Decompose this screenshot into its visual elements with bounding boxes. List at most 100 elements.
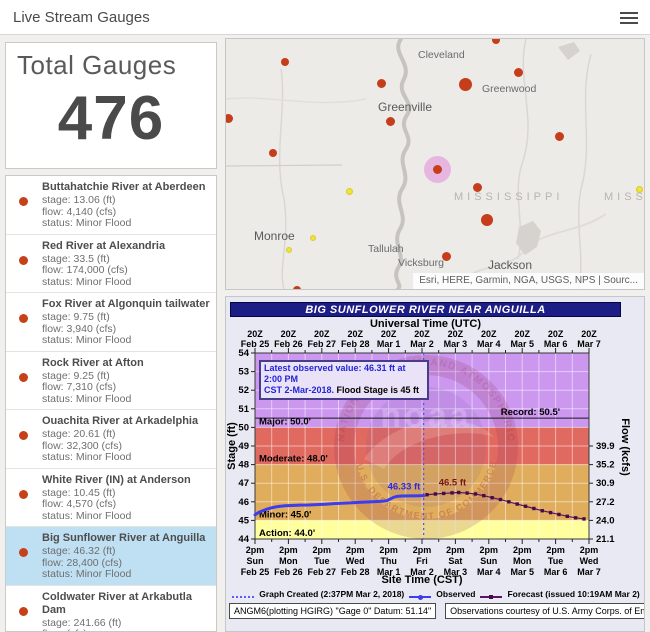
- map-gauge-dot[interactable]: [310, 235, 316, 241]
- svg-text:Mar 2: Mar 2: [410, 339, 434, 349]
- svg-text:27.2: 27.2: [596, 497, 615, 508]
- gauge-list-item[interactable]: Red River at Alexandriastage: 33.5 (ft)f…: [6, 235, 216, 294]
- svg-text:50: 50: [238, 422, 249, 433]
- gauge-status: status: Minor Flood: [42, 277, 212, 289]
- map-gauge-dot[interactable]: [433, 165, 442, 174]
- map-gauge-dot[interactable]: [514, 68, 523, 77]
- svg-text:Feb 27: Feb 27: [308, 339, 337, 349]
- map-gauge-dot[interactable]: [225, 114, 233, 123]
- svg-text:20Z: 20Z: [514, 329, 530, 339]
- map-place-label: Tallulah: [368, 243, 404, 255]
- gauge-flow: flow: 4,570 (cfs): [42, 499, 212, 511]
- gauge-name: White River (IN) at Anderson: [42, 474, 212, 487]
- gage-datum-box: ANGM6(plotting HGIRG) "Gage 0" Datum: 51…: [229, 603, 436, 619]
- annotation-flood-stage: Flood Stage is 45 ft: [334, 385, 419, 395]
- map-gauge-dot[interactable]: [346, 188, 353, 195]
- gauge-list-item[interactable]: Buttahatchie River at Aberdeenstage: 13.…: [6, 176, 216, 235]
- map-place-label: Vicksburg: [398, 257, 444, 269]
- svg-text:20Z: 20Z: [481, 329, 497, 339]
- svg-text:20Z: 20Z: [414, 329, 430, 339]
- svg-text:Thu: Thu: [380, 556, 397, 566]
- gauge-name: Fox River at Algonquin tailwater: [42, 298, 212, 311]
- map-place-label: Jackson: [488, 258, 532, 272]
- svg-text:47: 47: [238, 478, 249, 489]
- legend-observed-label: Observed: [436, 589, 475, 599]
- svg-text:53: 53: [238, 367, 249, 378]
- map-gauge-dot[interactable]: [281, 58, 289, 66]
- chart-footer: ANGM6(plotting HGIRG) "Gage 0" Datum: 51…: [229, 603, 643, 619]
- svg-text:21.1: 21.1: [596, 534, 615, 545]
- map-attribution: Esri, HERE, Garmin, NGA, USGS, NPS | Sou…: [413, 273, 644, 289]
- record-label: Record: 50.5': [501, 407, 560, 418]
- svg-text:51: 51: [238, 404, 249, 415]
- svg-text:Feb 26: Feb 26: [274, 339, 303, 349]
- svg-text:Mar 3: Mar 3: [444, 339, 468, 349]
- svg-text:Feb 28: Feb 28: [341, 339, 370, 349]
- svg-text:20Z: 20Z: [381, 329, 397, 339]
- svg-text:2pm: 2pm: [346, 545, 365, 555]
- map-gauge-dot[interactable]: [459, 78, 472, 91]
- gauge-status-dot-icon: [19, 314, 28, 323]
- page-title: Live Stream Gauges: [13, 0, 150, 35]
- stage-axis: 4445464748495051525354: [238, 348, 255, 545]
- total-gauges-label: Total Gauges: [17, 50, 216, 81]
- flow-axis: 39.935.230.927.224.021.1: [589, 441, 615, 545]
- map-place-label: Monroe: [254, 229, 295, 243]
- gauge-status-dot-icon: [19, 256, 28, 265]
- svg-text:Tue: Tue: [548, 556, 563, 566]
- latest-observed-annotation: Latest observed value: 46.31 ft at 2:00 …: [259, 360, 429, 400]
- svg-text:52: 52: [238, 385, 249, 396]
- svg-text:2pm: 2pm: [446, 545, 465, 555]
- svg-text:2pm: 2pm: [580, 545, 599, 555]
- map[interactable]: Esri, HERE, Garmin, NGA, USGS, NPS | Sou…: [225, 38, 645, 290]
- map-gauge-dot[interactable]: [286, 247, 292, 253]
- gauge-flow: flow: 174,000 (cfs): [42, 265, 212, 277]
- observed-end-label: 46.33 ft: [388, 482, 422, 493]
- map-gauge-dot[interactable]: [481, 214, 493, 226]
- gauge-list-item[interactable]: White River (IN) at Andersonstage: 10.45…: [6, 469, 216, 528]
- observations-credit-box: Observations courtesy of U.S. Army Corps…: [445, 603, 645, 619]
- svg-text:20Z: 20Z: [548, 329, 564, 339]
- svg-text:Wed: Wed: [580, 556, 599, 566]
- svg-text:24.0: 24.0: [596, 515, 615, 526]
- svg-text:Mon: Mon: [513, 556, 532, 566]
- gauge-list-item[interactable]: Ouachita River at Arkadelphiastage: 20.6…: [6, 410, 216, 469]
- flow-axis-title: Flow (kcfs): [619, 418, 631, 476]
- gauge-list[interactable]: Buttahatchie River at Aberdeenstage: 13.…: [5, 175, 217, 632]
- map-gauge-dot[interactable]: [269, 149, 277, 157]
- map-gauge-dot[interactable]: [377, 79, 386, 88]
- gauge-list-item[interactable]: Rock River at Aftonstage: 9.25 (ft)flow:…: [6, 352, 216, 411]
- gauge-status: status: Minor Flood: [42, 511, 212, 523]
- map-gauge-dot[interactable]: [293, 286, 301, 290]
- svg-text:Mon: Mon: [279, 556, 298, 566]
- gauge-status-dot-icon: [19, 197, 28, 206]
- svg-text:44: 44: [238, 534, 249, 545]
- svg-text:20Z: 20Z: [314, 329, 330, 339]
- svg-text:2pm: 2pm: [379, 545, 398, 555]
- gauge-name: Red River at Alexandria: [42, 240, 212, 253]
- svg-text:20Z: 20Z: [347, 329, 363, 339]
- gauge-list-item[interactable]: Coldwater River at Arkabutla Damstage: 2…: [6, 586, 216, 632]
- gauge-name: Coldwater River at Arkabutla Dam: [42, 591, 212, 617]
- gauge-flow: flow: 7,310 (cfs): [42, 382, 212, 394]
- map-gauge-dot[interactable]: [555, 132, 564, 141]
- svg-text:Mar 1: Mar 1: [377, 339, 401, 349]
- total-gauges-value: 476: [6, 83, 216, 154]
- chart-legend: Graph Created (2:37PM Mar 2, 2018) Obser…: [226, 589, 645, 599]
- svg-text:Mar 4: Mar 4: [477, 339, 501, 349]
- gauge-list-item[interactable]: Fox River at Algonquin tailwaterstage: 9…: [6, 293, 216, 352]
- band-label: Action: 44.0': [259, 528, 315, 539]
- forecast-peak-label: 46.5 ft: [439, 478, 467, 489]
- band-label: Minor: 45.0': [259, 509, 311, 520]
- gauge-name: Ouachita River at Arkadelphia: [42, 415, 212, 428]
- gauge-name: Buttahatchie River at Aberdeen: [42, 181, 212, 194]
- gauge-stage: stage: 9.75 (ft): [42, 312, 212, 324]
- svg-text:20Z: 20Z: [581, 329, 597, 339]
- map-gauge-dot[interactable]: [386, 117, 395, 126]
- svg-text:39.9: 39.9: [596, 441, 615, 452]
- hamburger-menu-icon[interactable]: [620, 9, 638, 25]
- bottom-axis: 2pmSunFeb 252pmMonFeb 262pmTueFeb 272pmW…: [241, 539, 601, 577]
- gauge-status: status: Minor Flood: [42, 452, 212, 464]
- svg-text:Sat: Sat: [448, 556, 462, 566]
- gauge-list-item[interactable]: Big Sunflower River at Anguillastage: 46…: [6, 527, 216, 586]
